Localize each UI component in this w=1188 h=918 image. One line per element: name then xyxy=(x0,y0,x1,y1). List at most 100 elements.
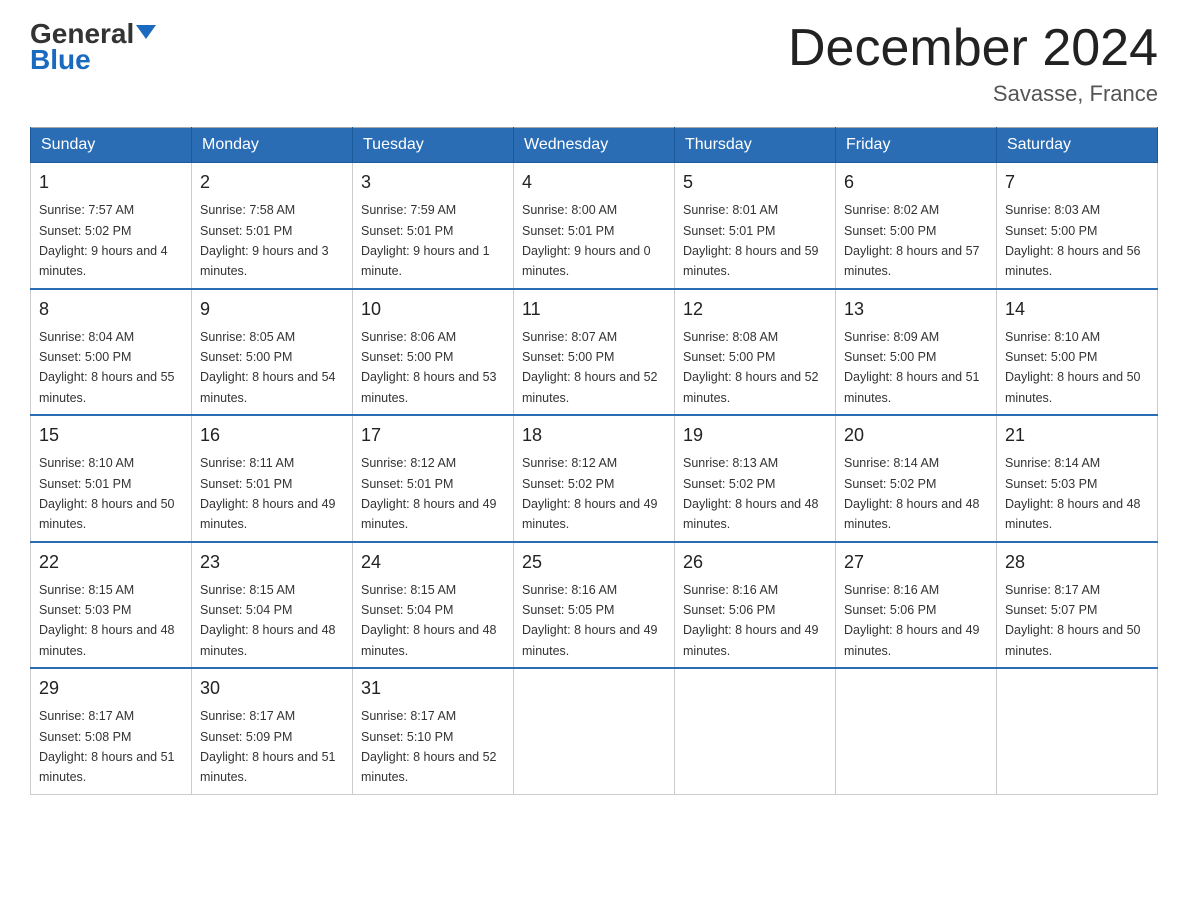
day-info: Sunrise: 8:15 AMSunset: 5:03 PMDaylight:… xyxy=(39,583,175,658)
calendar-cell: 15 Sunrise: 8:10 AMSunset: 5:01 PMDaylig… xyxy=(31,415,192,542)
calendar-cell: 29 Sunrise: 8:17 AMSunset: 5:08 PMDaylig… xyxy=(31,668,192,794)
header-wednesday: Wednesday xyxy=(514,128,675,163)
day-number: 31 xyxy=(361,675,505,702)
day-info: Sunrise: 8:17 AMSunset: 5:09 PMDaylight:… xyxy=(200,709,336,784)
day-info: Sunrise: 8:03 AMSunset: 5:00 PMDaylight:… xyxy=(1005,203,1141,278)
day-number: 13 xyxy=(844,296,988,323)
calendar-table: Sunday Monday Tuesday Wednesday Thursday… xyxy=(30,127,1158,795)
day-info: Sunrise: 8:15 AMSunset: 5:04 PMDaylight:… xyxy=(200,583,336,658)
calendar-cell: 20 Sunrise: 8:14 AMSunset: 5:02 PMDaylig… xyxy=(836,415,997,542)
day-info: Sunrise: 8:00 AMSunset: 5:01 PMDaylight:… xyxy=(522,203,651,278)
calendar-cell xyxy=(514,668,675,794)
calendar-week-row: 15 Sunrise: 8:10 AMSunset: 5:01 PMDaylig… xyxy=(31,415,1158,542)
day-info: Sunrise: 7:58 AMSunset: 5:01 PMDaylight:… xyxy=(200,203,329,278)
day-info: Sunrise: 7:57 AMSunset: 5:02 PMDaylight:… xyxy=(39,203,168,278)
day-info: Sunrise: 8:16 AMSunset: 5:06 PMDaylight:… xyxy=(844,583,980,658)
calendar-cell: 21 Sunrise: 8:14 AMSunset: 5:03 PMDaylig… xyxy=(997,415,1158,542)
calendar-week-row: 29 Sunrise: 8:17 AMSunset: 5:08 PMDaylig… xyxy=(31,668,1158,794)
day-info: Sunrise: 8:17 AMSunset: 5:07 PMDaylight:… xyxy=(1005,583,1141,658)
header-saturday: Saturday xyxy=(997,128,1158,163)
calendar-cell: 23 Sunrise: 8:15 AMSunset: 5:04 PMDaylig… xyxy=(192,542,353,669)
day-number: 28 xyxy=(1005,549,1149,576)
header-monday: Monday xyxy=(192,128,353,163)
calendar-cell: 28 Sunrise: 8:17 AMSunset: 5:07 PMDaylig… xyxy=(997,542,1158,669)
day-info: Sunrise: 8:04 AMSunset: 5:00 PMDaylight:… xyxy=(39,330,175,405)
header-tuesday: Tuesday xyxy=(353,128,514,163)
day-number: 29 xyxy=(39,675,183,702)
calendar-cell: 24 Sunrise: 8:15 AMSunset: 5:04 PMDaylig… xyxy=(353,542,514,669)
calendar-cell: 9 Sunrise: 8:05 AMSunset: 5:00 PMDayligh… xyxy=(192,289,353,416)
calendar-cell: 17 Sunrise: 8:12 AMSunset: 5:01 PMDaylig… xyxy=(353,415,514,542)
day-info: Sunrise: 8:16 AMSunset: 5:06 PMDaylight:… xyxy=(683,583,819,658)
day-info: Sunrise: 8:08 AMSunset: 5:00 PMDaylight:… xyxy=(683,330,819,405)
day-info: Sunrise: 8:15 AMSunset: 5:04 PMDaylight:… xyxy=(361,583,497,658)
day-number: 3 xyxy=(361,169,505,196)
calendar-cell: 12 Sunrise: 8:08 AMSunset: 5:00 PMDaylig… xyxy=(675,289,836,416)
day-info: Sunrise: 8:14 AMSunset: 5:02 PMDaylight:… xyxy=(844,456,980,531)
day-info: Sunrise: 8:07 AMSunset: 5:00 PMDaylight:… xyxy=(522,330,658,405)
day-number: 27 xyxy=(844,549,988,576)
logo: General Blue xyxy=(30,20,156,76)
logo-triangle-icon xyxy=(136,25,156,39)
calendar-cell xyxy=(675,668,836,794)
calendar-cell: 11 Sunrise: 8:07 AMSunset: 5:00 PMDaylig… xyxy=(514,289,675,416)
location: Savasse, France xyxy=(788,81,1158,107)
calendar-cell: 7 Sunrise: 8:03 AMSunset: 5:00 PMDayligh… xyxy=(997,163,1158,289)
day-info: Sunrise: 8:13 AMSunset: 5:02 PMDaylight:… xyxy=(683,456,819,531)
day-number: 26 xyxy=(683,549,827,576)
header-sunday: Sunday xyxy=(31,128,192,163)
calendar-cell: 25 Sunrise: 8:16 AMSunset: 5:05 PMDaylig… xyxy=(514,542,675,669)
calendar-cell: 8 Sunrise: 8:04 AMSunset: 5:00 PMDayligh… xyxy=(31,289,192,416)
day-info: Sunrise: 8:17 AMSunset: 5:10 PMDaylight:… xyxy=(361,709,497,784)
calendar-cell: 30 Sunrise: 8:17 AMSunset: 5:09 PMDaylig… xyxy=(192,668,353,794)
calendar-cell xyxy=(836,668,997,794)
calendar-week-row: 8 Sunrise: 8:04 AMSunset: 5:00 PMDayligh… xyxy=(31,289,1158,416)
calendar-cell: 4 Sunrise: 8:00 AMSunset: 5:01 PMDayligh… xyxy=(514,163,675,289)
calendar-week-row: 1 Sunrise: 7:57 AMSunset: 5:02 PMDayligh… xyxy=(31,163,1158,289)
day-number: 20 xyxy=(844,422,988,449)
day-info: Sunrise: 8:17 AMSunset: 5:08 PMDaylight:… xyxy=(39,709,175,784)
calendar-cell: 16 Sunrise: 8:11 AMSunset: 5:01 PMDaylig… xyxy=(192,415,353,542)
day-number: 14 xyxy=(1005,296,1149,323)
day-info: Sunrise: 8:06 AMSunset: 5:00 PMDaylight:… xyxy=(361,330,497,405)
day-info: Sunrise: 8:16 AMSunset: 5:05 PMDaylight:… xyxy=(522,583,658,658)
day-number: 6 xyxy=(844,169,988,196)
day-info: Sunrise: 8:09 AMSunset: 5:00 PMDaylight:… xyxy=(844,330,980,405)
day-number: 8 xyxy=(39,296,183,323)
day-info: Sunrise: 8:12 AMSunset: 5:01 PMDaylight:… xyxy=(361,456,497,531)
day-info: Sunrise: 8:11 AMSunset: 5:01 PMDaylight:… xyxy=(200,456,336,531)
calendar-cell: 19 Sunrise: 8:13 AMSunset: 5:02 PMDaylig… xyxy=(675,415,836,542)
title-section: December 2024 Savasse, France xyxy=(788,20,1158,107)
day-number: 11 xyxy=(522,296,666,323)
day-info: Sunrise: 8:01 AMSunset: 5:01 PMDaylight:… xyxy=(683,203,819,278)
calendar-cell: 1 Sunrise: 7:57 AMSunset: 5:02 PMDayligh… xyxy=(31,163,192,289)
calendar-cell: 27 Sunrise: 8:16 AMSunset: 5:06 PMDaylig… xyxy=(836,542,997,669)
calendar-cell: 14 Sunrise: 8:10 AMSunset: 5:00 PMDaylig… xyxy=(997,289,1158,416)
day-number: 30 xyxy=(200,675,344,702)
day-number: 2 xyxy=(200,169,344,196)
calendar-week-row: 22 Sunrise: 8:15 AMSunset: 5:03 PMDaylig… xyxy=(31,542,1158,669)
day-info: Sunrise: 8:12 AMSunset: 5:02 PMDaylight:… xyxy=(522,456,658,531)
day-number: 23 xyxy=(200,549,344,576)
day-info: Sunrise: 7:59 AMSunset: 5:01 PMDaylight:… xyxy=(361,203,490,278)
day-number: 10 xyxy=(361,296,505,323)
day-number: 21 xyxy=(1005,422,1149,449)
page-header: General Blue December 2024 Savasse, Fran… xyxy=(30,20,1158,107)
calendar-header-row: Sunday Monday Tuesday Wednesday Thursday… xyxy=(31,128,1158,163)
logo-blue-text: Blue xyxy=(30,44,91,76)
day-number: 5 xyxy=(683,169,827,196)
calendar-cell: 18 Sunrise: 8:12 AMSunset: 5:02 PMDaylig… xyxy=(514,415,675,542)
day-number: 15 xyxy=(39,422,183,449)
calendar-cell: 26 Sunrise: 8:16 AMSunset: 5:06 PMDaylig… xyxy=(675,542,836,669)
day-number: 18 xyxy=(522,422,666,449)
day-number: 9 xyxy=(200,296,344,323)
day-number: 7 xyxy=(1005,169,1149,196)
header-friday: Friday xyxy=(836,128,997,163)
calendar-cell: 2 Sunrise: 7:58 AMSunset: 5:01 PMDayligh… xyxy=(192,163,353,289)
day-info: Sunrise: 8:10 AMSunset: 5:01 PMDaylight:… xyxy=(39,456,175,531)
day-number: 12 xyxy=(683,296,827,323)
calendar-cell: 6 Sunrise: 8:02 AMSunset: 5:00 PMDayligh… xyxy=(836,163,997,289)
day-number: 17 xyxy=(361,422,505,449)
day-number: 22 xyxy=(39,549,183,576)
calendar-cell: 31 Sunrise: 8:17 AMSunset: 5:10 PMDaylig… xyxy=(353,668,514,794)
